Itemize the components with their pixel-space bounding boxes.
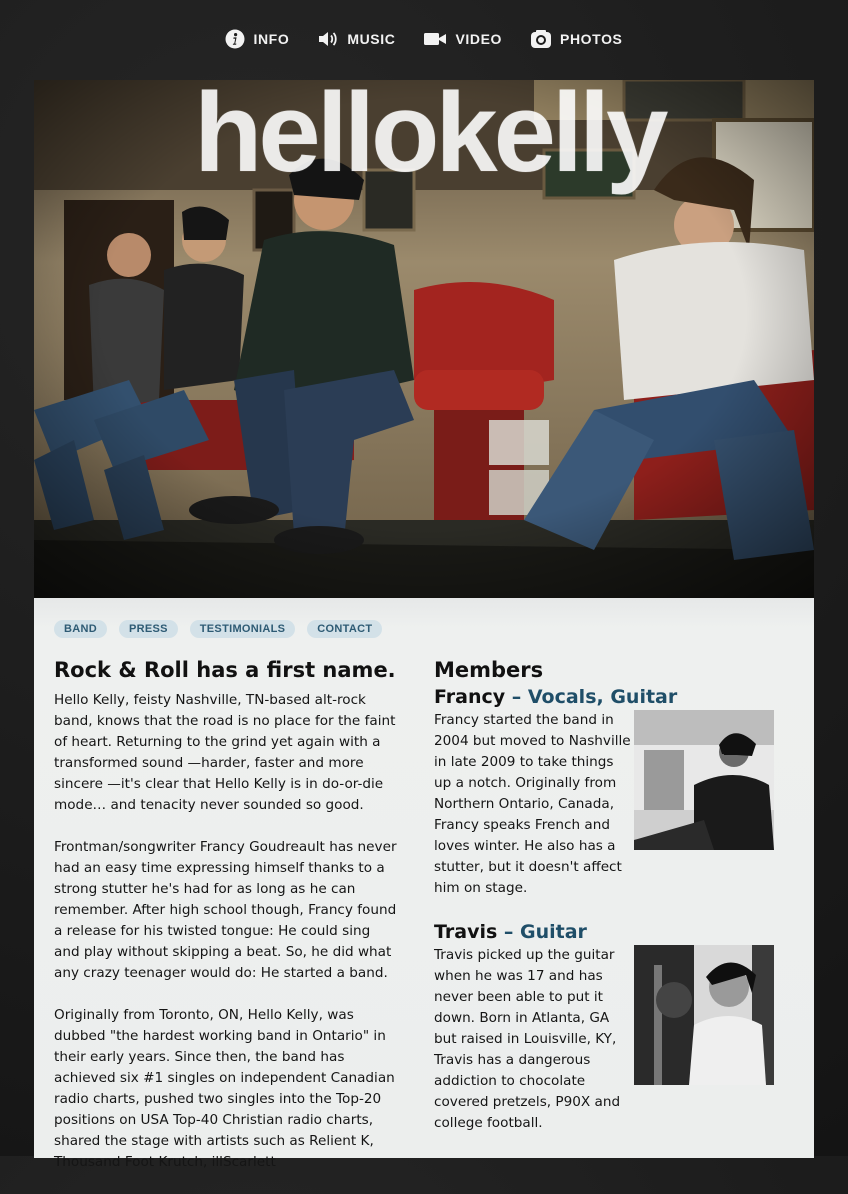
nav-photos-label: PHOTOS [560,31,623,47]
member-bio: Travis picked up the guitar when he was … [434,947,621,1131]
nav-video-label: VIDEO [455,31,503,47]
nav-video[interactable]: VIDEO [423,30,502,48]
member-photo-travis [634,945,774,1085]
nav-info-label: INFO [253,31,290,47]
bio-paragraph: Originally from Toronto, ON, Hello Kelly… [54,1007,395,1170]
bio-paragraph: Hello Kelly, feisty Nashville, TN-based … [54,692,396,813]
band-logo: hellokelly [194,80,668,195]
nav-music-label: MUSIC [347,31,396,47]
tab-testimonials[interactable]: TESTIMONIALS [189,620,296,638]
member-name: Travis [434,921,498,943]
bio-column: Rock & Roll has a first name. Hello Kell… [54,658,399,1194]
band-photo: hellokelly [34,80,814,600]
tab-contact[interactable]: CONTACT [307,620,383,638]
section-tabs: BAND PRESS TESTIMONIALS CONTACT [54,620,383,638]
member-role: – Vocals, Guitar [511,686,678,708]
top-navigation: INFO MUSIC VIDEO PHOTOS [0,26,848,52]
members-title: Members [434,658,544,682]
bio-paragraph: Frontman/songwriter Francy Goudreault ha… [54,839,397,981]
video-camera-icon [423,30,447,48]
camera-icon [530,29,552,49]
nav-music[interactable]: MUSIC [317,29,395,49]
content-panel: BAND PRESS TESTIMONIALS CONTACT Rock & R… [34,598,814,1170]
tab-band[interactable]: BAND [54,620,107,638]
member-bio: Francy started the band in 2004 but move… [434,712,631,896]
member-heading: Francy – Vocals, Guitar [434,686,794,708]
member-travis: Travis – Guitar Travis picked up the gui… [434,921,794,1134]
info-icon [225,29,245,49]
tab-press[interactable]: PRESS [118,620,178,638]
members-column: Members Francy – Vocals, Guitar Francy s… [434,658,794,1156]
bio-title: Rock & Roll has a first name. [54,658,396,682]
speaker-icon [317,29,339,49]
nav-info[interactable]: INFO [225,29,289,49]
member-name: Francy [434,686,506,708]
member-heading: Travis – Guitar [434,921,794,943]
member-francy: Francy – Vocals, Guitar Francy started t… [434,686,794,899]
member-role: – Guitar [503,921,587,943]
nav-photos[interactable]: PHOTOS [530,29,622,49]
member-photo-francy [634,710,774,850]
